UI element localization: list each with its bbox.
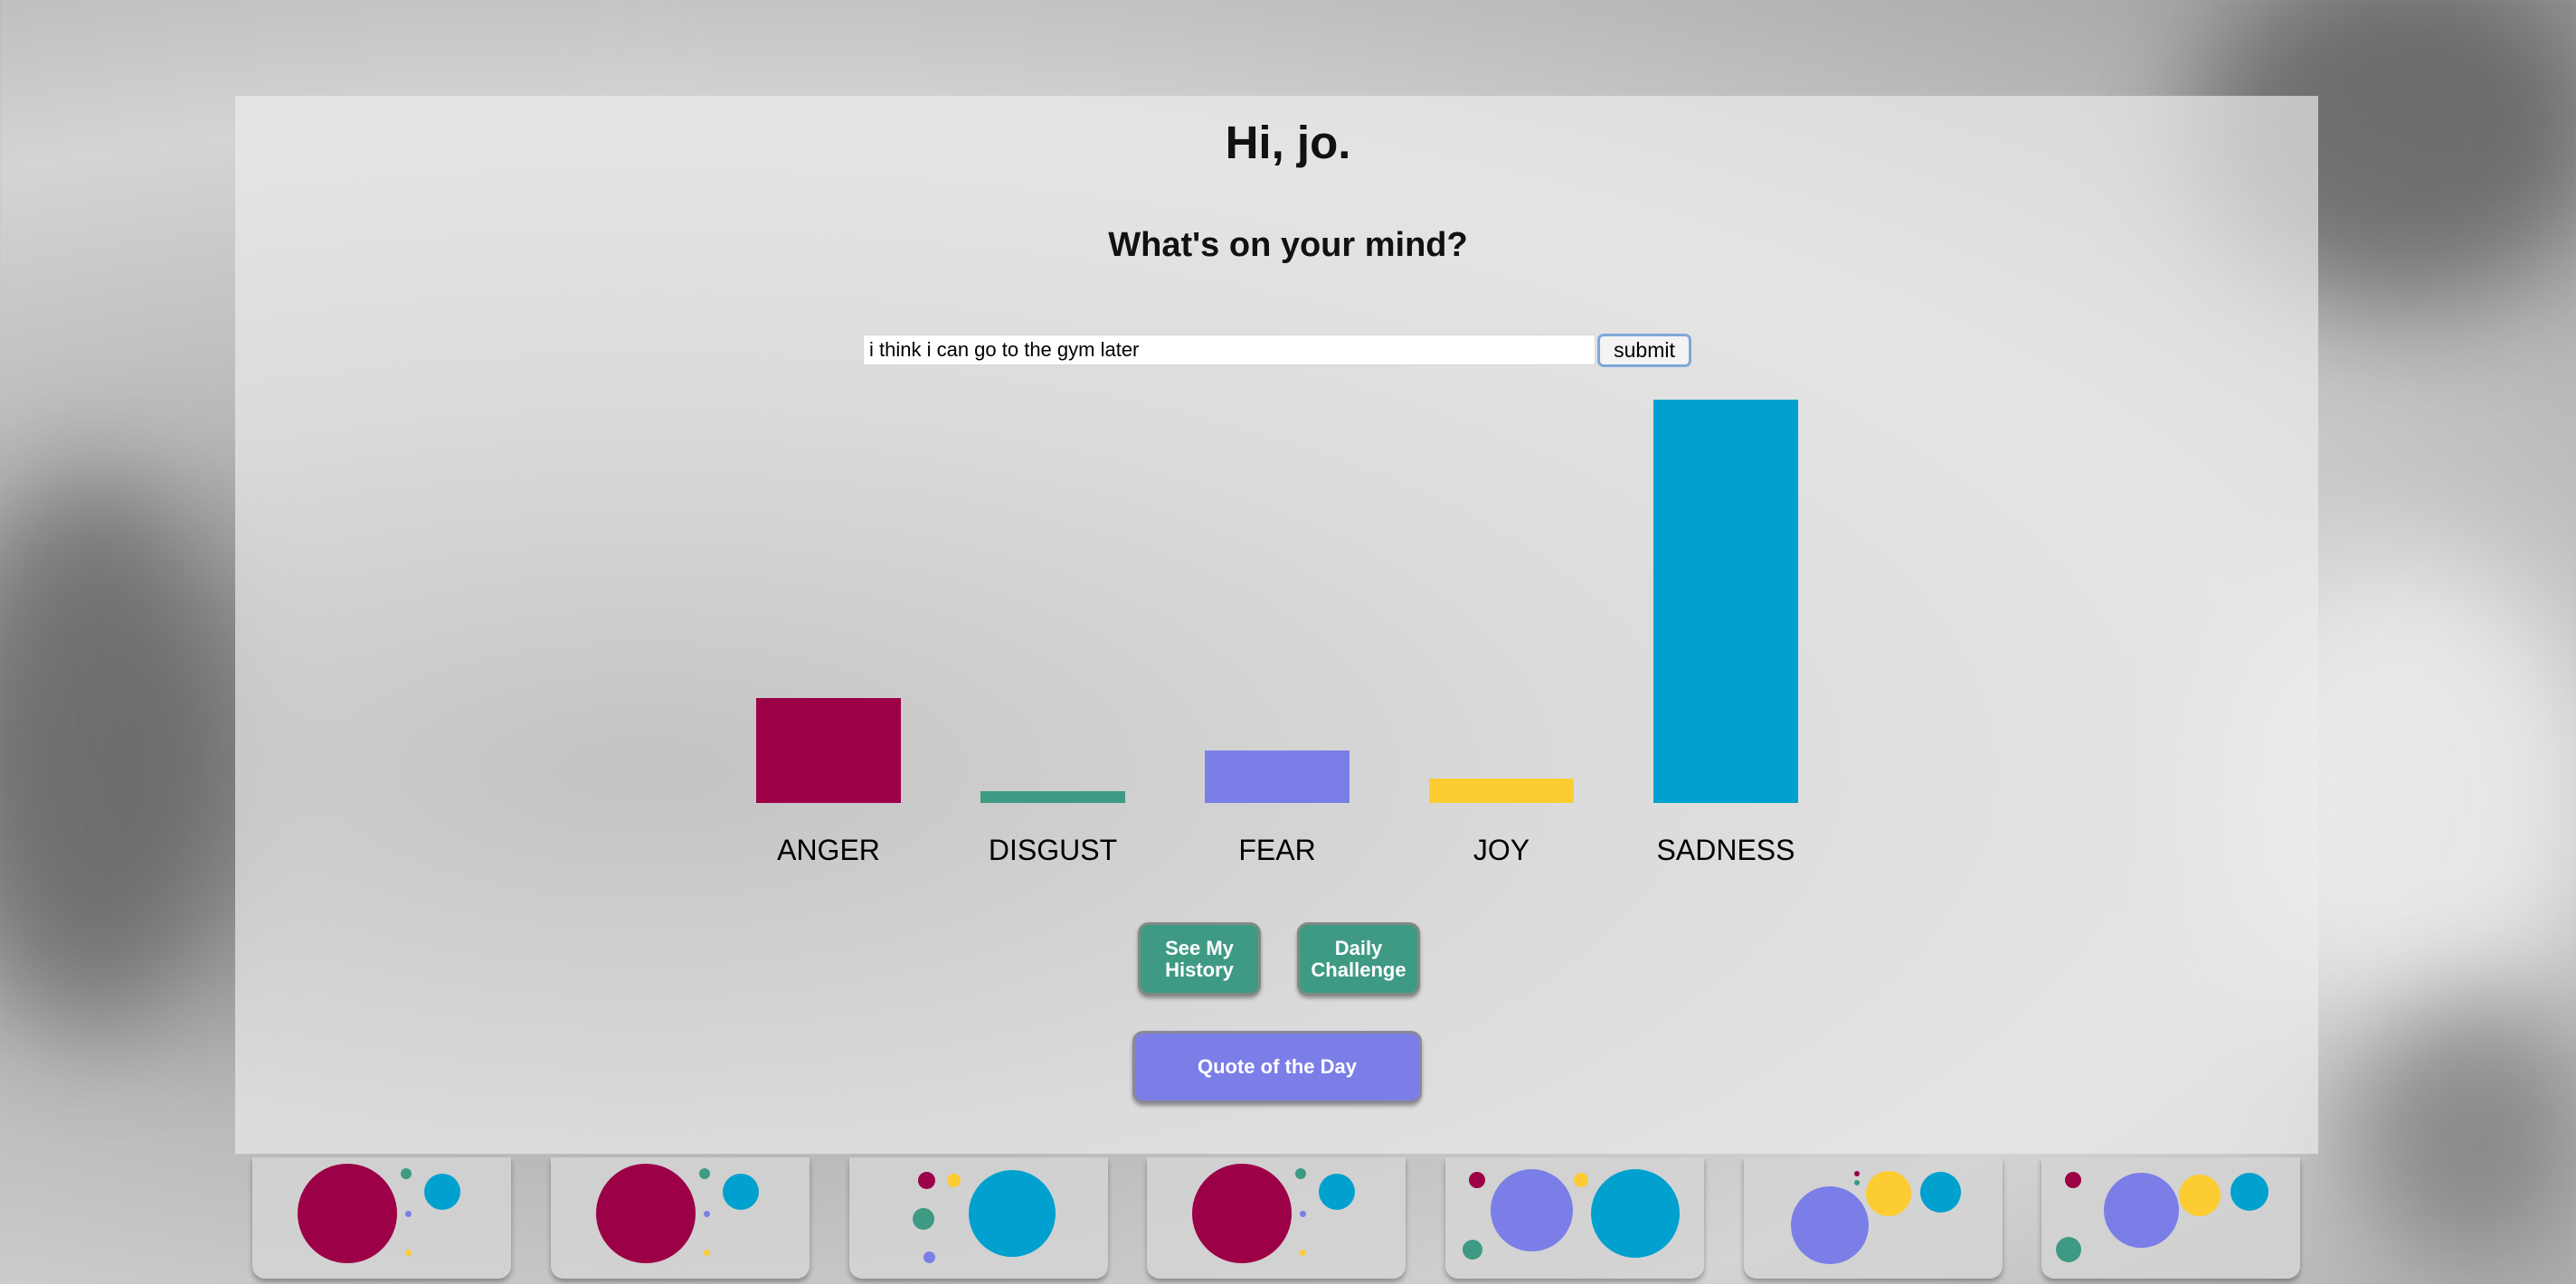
emotion-circle-sadness xyxy=(2230,1173,2268,1211)
emotion-circle-disgust xyxy=(1854,1180,1860,1185)
bar-label-fear: FEAR xyxy=(1238,834,1316,866)
greeting-heading: Hi, jo. xyxy=(1225,117,1351,168)
see-history-button[interactable]: See My History xyxy=(1138,922,1261,996)
history-card[interactable] xyxy=(2041,1157,2300,1279)
history-card[interactable] xyxy=(849,1157,1108,1279)
emotion-circle-anger xyxy=(917,1171,935,1189)
bar-label-disgust: DISGUST xyxy=(988,834,1118,866)
emotion-circle-fear xyxy=(923,1251,935,1263)
emotion-circle-joy xyxy=(703,1249,710,1256)
quote-of-the-day-button[interactable]: Quote of the Day xyxy=(1132,1031,1422,1103)
submit-button[interactable]: submit xyxy=(1597,334,1691,367)
emotion-circle-disgust xyxy=(1295,1168,1306,1179)
emotion-circle-fear xyxy=(703,1210,710,1217)
emotion-circle-sadness xyxy=(424,1174,460,1210)
daily-challenge-button[interactable]: Daily Challenge xyxy=(1297,922,1420,996)
emotion-circle-joy xyxy=(1299,1249,1306,1256)
emotion-circle-joy xyxy=(1574,1173,1588,1187)
emotion-circle-anger xyxy=(1469,1172,1485,1188)
bar-fear xyxy=(1205,751,1350,803)
emotion-circle-anger xyxy=(2065,1172,2081,1188)
emotion-circle-sadness xyxy=(723,1174,759,1210)
emotion-circle-joy xyxy=(1866,1171,1911,1216)
emotion-circle-fear xyxy=(404,1210,412,1217)
bar-anger xyxy=(756,698,901,803)
emotion-circle-sadness xyxy=(1319,1174,1355,1210)
bar-sadness xyxy=(1653,400,1798,803)
bar-label-joy: JOY xyxy=(1473,834,1530,866)
emotion-circle-fear xyxy=(1791,1186,1869,1264)
emotion-circle-joy xyxy=(946,1173,961,1187)
bar-label-anger: ANGER xyxy=(777,834,880,866)
background-blossom xyxy=(2352,995,2576,1266)
bar-disgust xyxy=(980,791,1125,803)
emotion-circle-fear xyxy=(1299,1210,1306,1217)
bar-joy xyxy=(1429,779,1574,803)
emotion-circle-joy xyxy=(2179,1175,2221,1216)
emotion-circle-anger xyxy=(298,1164,397,1263)
emotion-circle-fear xyxy=(1490,1168,1573,1251)
emotion-circle-sadness xyxy=(969,1170,1056,1257)
emotion-circle-anger xyxy=(1192,1164,1292,1263)
emotion-circle-sadness xyxy=(1919,1171,1961,1213)
history-card[interactable] xyxy=(1744,1157,2003,1279)
emotion-circle-disgust xyxy=(401,1168,412,1179)
emotion-circle-fear xyxy=(2103,1172,2179,1248)
history-card[interactable] xyxy=(1147,1157,1406,1279)
emotion-circle-anger xyxy=(596,1164,696,1263)
emotion-circle-disgust xyxy=(913,1208,934,1230)
history-card[interactable] xyxy=(1445,1157,1704,1279)
emotion-circle-disgust xyxy=(699,1168,710,1179)
emotion-circle-sadness xyxy=(1591,1169,1680,1258)
prompt-heading: What's on your mind? xyxy=(1108,226,1468,264)
history-card[interactable] xyxy=(252,1157,511,1279)
background-blossom xyxy=(0,470,235,1031)
bar-label-sadness: SADNESS xyxy=(1656,834,1795,866)
emotion-circle-disgust xyxy=(2056,1237,2081,1262)
emotion-circle-disgust xyxy=(1463,1240,1482,1260)
journal-entry-input[interactable] xyxy=(863,335,1596,365)
history-card[interactable] xyxy=(551,1157,810,1279)
emotion-circle-anger xyxy=(1854,1171,1860,1176)
emotion-circle-joy xyxy=(404,1249,412,1256)
